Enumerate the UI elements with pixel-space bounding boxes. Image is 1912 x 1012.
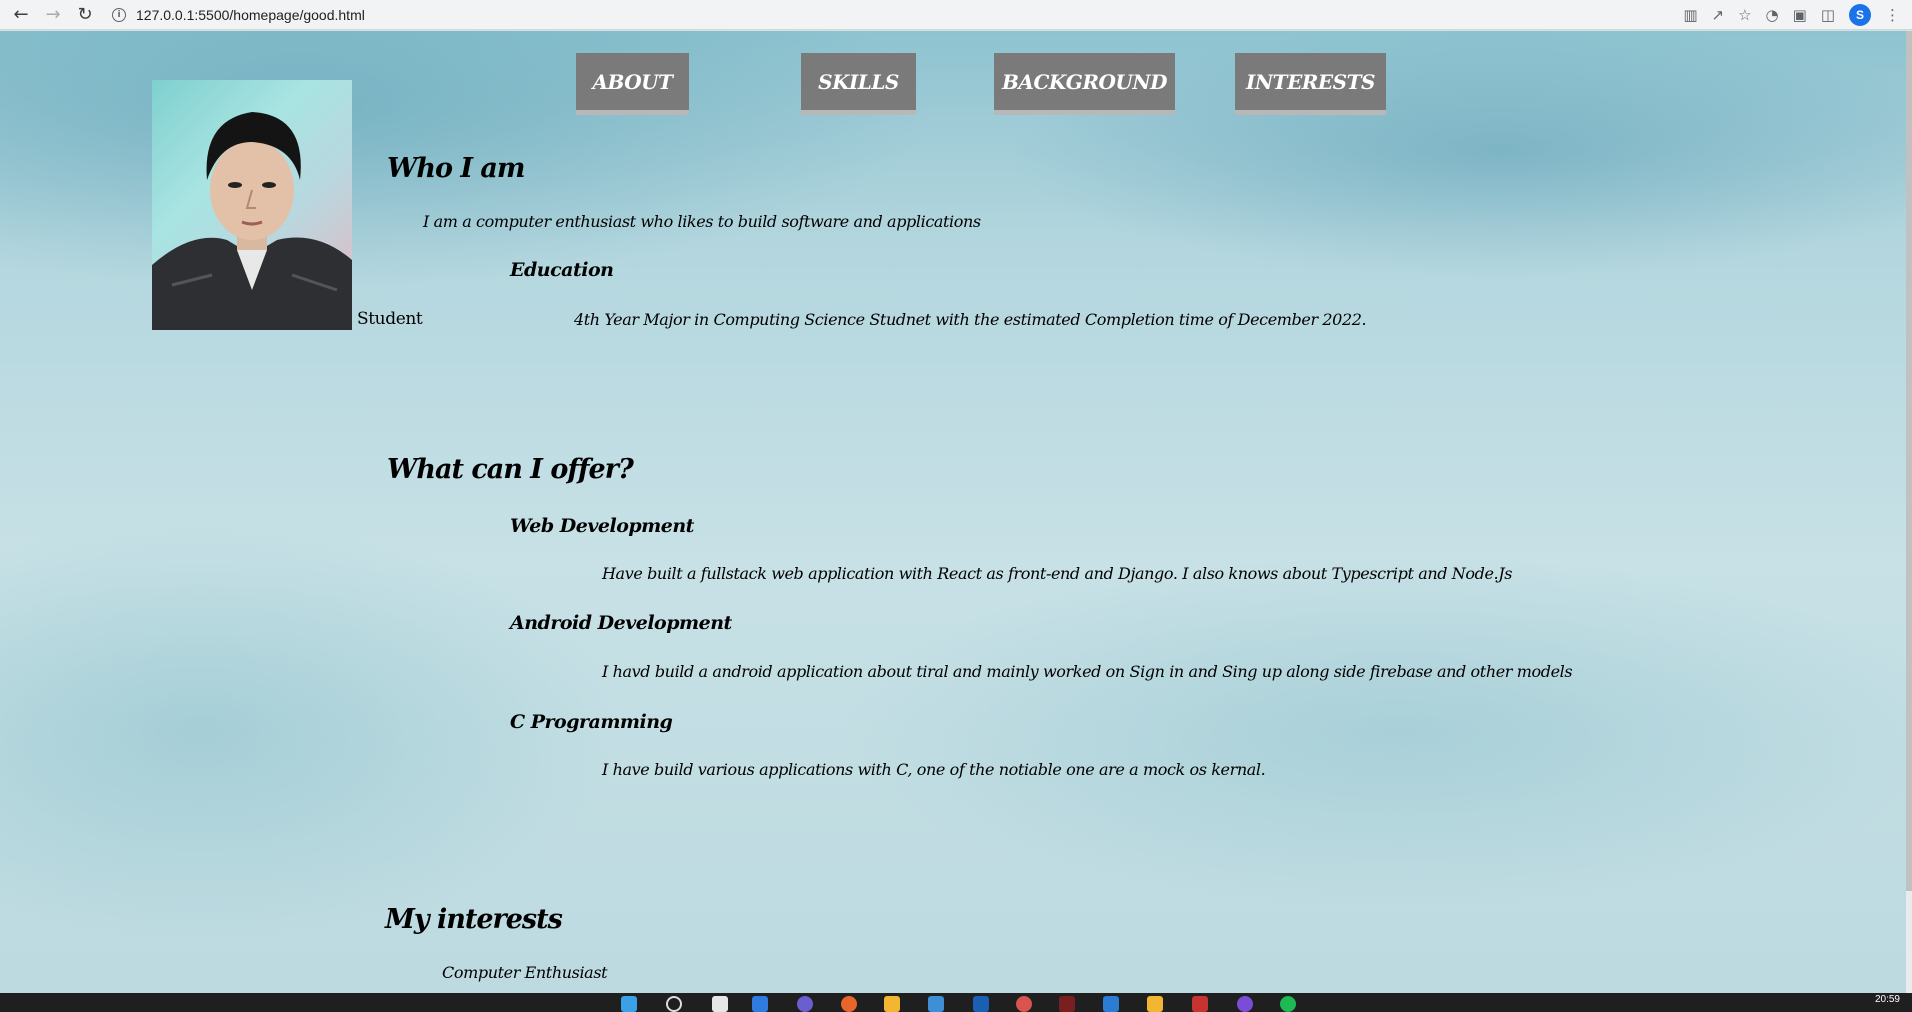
education-heading: Education <box>510 259 614 281</box>
tab-skills[interactable]: SKILLS <box>801 53 916 115</box>
skill-text: I havd build a android application about… <box>602 662 1573 681</box>
url-text[interactable]: 127.0.0.1:5500/homepage/good.html <box>136 7 365 23</box>
arrow-left-icon[interactable]: ← <box>10 4 32 26</box>
chrome-icon[interactable] <box>1016 996 1032 1012</box>
about-heading: Who I am <box>387 153 525 184</box>
chat-icon[interactable] <box>797 996 813 1012</box>
mail-icon[interactable] <box>973 996 989 1012</box>
start-icon[interactable] <box>621 996 637 1012</box>
app-icon[interactable] <box>1192 996 1208 1012</box>
share-icon[interactable]: ↗ <box>1712 6 1725 24</box>
tab-background[interactable]: BACKGROUND <box>994 53 1175 115</box>
info-icon[interactable]: i <box>112 8 126 22</box>
tab-interests[interactable]: INTERESTS <box>1235 53 1386 115</box>
store-icon[interactable] <box>928 996 944 1012</box>
clock[interactable]: 20:59 <box>1875 994 1900 1005</box>
education-text: 4th Year Major in Computing Science Stud… <box>574 310 1367 329</box>
app-icon[interactable] <box>841 996 857 1012</box>
profile-avatar[interactable]: S <box>1849 4 1871 26</box>
skill-title: Android Development <box>510 612 732 634</box>
page-body: ABOUT SKILLS BACKGROUND INTERESTS Studen… <box>0 31 1906 993</box>
file-explorer-icon[interactable] <box>884 996 900 1012</box>
tab-about[interactable]: ABOUT <box>576 53 689 115</box>
browser-toolbar: ← → ↻ i 127.0.0.1:5500/homepage/good.htm… <box>0 0 1912 30</box>
discord-icon[interactable] <box>1237 996 1253 1012</box>
skill-title: C Programming <box>510 711 673 733</box>
extension-icon[interactable]: ◔ <box>1766 6 1779 24</box>
about-intro: I am a computer enthusiast who likes to … <box>423 212 981 231</box>
puzzle-icon[interactable]: ▣ <box>1793 6 1807 24</box>
skill-text: Have built a fullstack web application w… <box>602 564 1513 583</box>
interest-item: Computer Enthusiast <box>442 963 608 982</box>
star-icon[interactable]: ☆ <box>1738 6 1751 24</box>
scrollbar-thumb[interactable] <box>1906 31 1912 891</box>
os-taskbar: 20:59 <box>0 993 1912 1012</box>
skill-text: I have build various applications with C… <box>602 760 1266 779</box>
folder-icon[interactable] <box>1147 996 1163 1012</box>
page-scrollbar[interactable] <box>1906 31 1912 993</box>
vscode-icon[interactable] <box>1103 996 1119 1012</box>
arrow-right-icon[interactable]: → <box>42 4 64 26</box>
menu-icon[interactable]: ⋮ <box>1885 6 1900 24</box>
side-panel-icon[interactable]: ◫ <box>1821 6 1835 24</box>
skills-heading: What can I offer? <box>387 454 634 485</box>
spotify-icon[interactable] <box>1280 996 1296 1012</box>
address-bar[interactable]: i 127.0.0.1:5500/homepage/good.html <box>112 3 365 27</box>
interests-heading: My interests <box>385 904 563 935</box>
search-icon[interactable] <box>666 996 682 1012</box>
reload-icon[interactable]: ↻ <box>74 4 96 26</box>
widgets-icon[interactable] <box>752 996 768 1012</box>
task-view-icon[interactable] <box>712 996 728 1012</box>
photo-caption: Student <box>357 309 423 329</box>
app-icon[interactable] <box>1059 996 1075 1012</box>
skill-title: Web Development <box>510 515 694 537</box>
translate-icon[interactable]: ▥ <box>1683 6 1697 24</box>
profile-photo <box>152 80 352 330</box>
